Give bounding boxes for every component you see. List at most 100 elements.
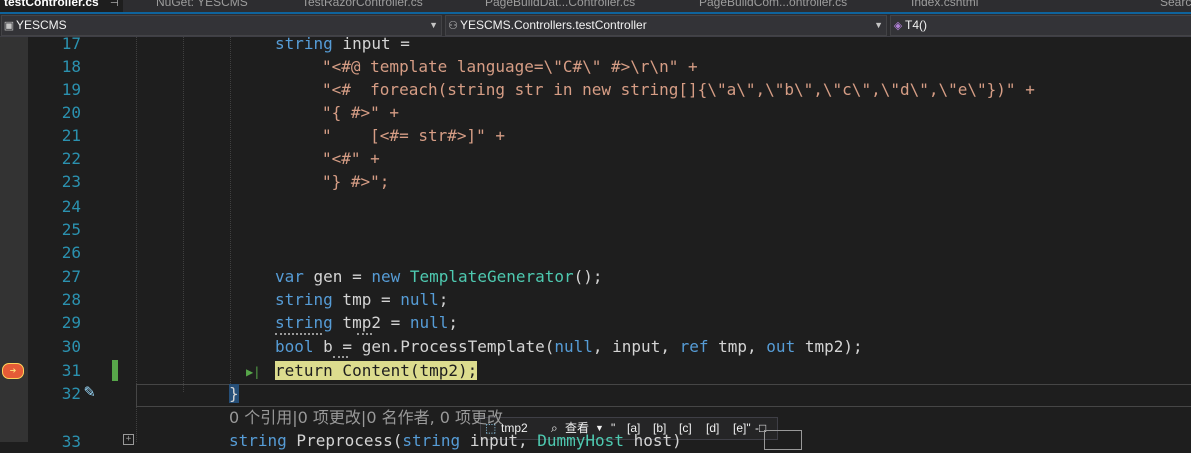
execution-pointer-icon[interactable]: ➔ bbox=[2, 363, 24, 379]
tab-label: PageBuildCom...ontroller.cs bbox=[699, 0, 848, 9]
code-line-20[interactable]: "{ #>" + bbox=[322, 101, 399, 124]
code-line-22[interactable]: "<#" + bbox=[322, 147, 380, 170]
code-text: input, bbox=[460, 431, 538, 450]
code-line-31[interactable]: return Content(tmp2); bbox=[275, 359, 478, 382]
outline-expand-icon[interactable]: + bbox=[123, 434, 134, 445]
line-number: 18 bbox=[61, 57, 81, 76]
code-line-27[interactable]: var gen = new TemplateGenerator(); bbox=[275, 265, 603, 288]
code-text: ; bbox=[438, 290, 449, 309]
line-number: 28 bbox=[61, 290, 81, 309]
code-text: ; bbox=[448, 313, 459, 332]
keyword: bool bbox=[275, 337, 314, 356]
csharp-project-icon: ▣ bbox=[3, 20, 15, 32]
code-text: host) bbox=[623, 431, 682, 450]
datatip-value: [e]" bbox=[733, 421, 751, 435]
code-text: , input, bbox=[592, 337, 680, 356]
code-line-23[interactable]: "} #>"; bbox=[322, 170, 389, 193]
code-text: (); bbox=[573, 267, 603, 286]
line-number: 17 bbox=[61, 34, 81, 53]
line-number: 29 bbox=[61, 313, 81, 332]
code-line-32[interactable]: } bbox=[229, 382, 239, 405]
class-dropdown[interactable]: ⚇ YESCMS.Controllers.testController ▼ bbox=[445, 15, 887, 36]
keyword: string bbox=[402, 431, 461, 450]
indicator-margin[interactable] bbox=[0, 37, 28, 442]
keyword: new bbox=[371, 267, 401, 286]
pin-icon[interactable]: ⊣ bbox=[110, 0, 119, 9]
tab-label: testController.cs bbox=[4, 0, 99, 9]
class-name: YESCMS.Controllers.testController bbox=[460, 18, 647, 32]
chevron-down-icon: ▼ bbox=[874, 20, 883, 30]
keyword: null bbox=[554, 337, 593, 356]
datatip-value: [d] bbox=[706, 421, 720, 435]
code-text: tmp, bbox=[708, 337, 767, 356]
keyword: return bbox=[275, 361, 333, 380]
code-line-28[interactable]: string tmp = null; bbox=[275, 288, 448, 311]
code-line-17[interactable]: string input = bbox=[275, 32, 410, 55]
code-line-21[interactable]: " [<#= str#>]" + bbox=[322, 124, 505, 147]
keyword: var bbox=[275, 267, 304, 286]
tab-testcontroller[interactable]: testController.cs ⊣ bbox=[0, 0, 123, 12]
collapsed-region-box[interactable] bbox=[764, 430, 802, 450]
search-box[interactable]: Searc bbox=[1160, 0, 1191, 12]
codelens[interactable]: 0 个引用|0 项更改|0 名作者, 0 项更改 bbox=[229, 406, 503, 429]
edit-pen-icon[interactable]: ✎ bbox=[84, 381, 110, 407]
current-statement: return Content(tmp2); bbox=[275, 361, 478, 380]
keyword: string bbox=[275, 290, 333, 309]
change-tracking-bar bbox=[112, 360, 118, 381]
code-line-30[interactable]: bool b = gen.ProcessTemplate(null, input… bbox=[275, 335, 863, 358]
tab-nuget[interactable]: NuGet: YESCMS bbox=[156, 0, 248, 12]
line-number: 24 bbox=[61, 197, 81, 216]
line-number: 22 bbox=[61, 149, 81, 168]
line-number: 25 bbox=[61, 220, 81, 239]
navigation-bar: ▣ YESCMS ▼ ⚇ YESCMS.Controllers.testContro… bbox=[0, 14, 1191, 37]
member-dropdown[interactable]: ◈ T4() bbox=[890, 15, 1191, 36]
code-editor[interactable]: 17 18 19 20 21 22 23 24 25 26 27 28 29 3… bbox=[0, 34, 1191, 451]
suggestion-dots bbox=[333, 353, 348, 358]
tab-index[interactable]: Index.cshtml bbox=[911, 0, 978, 12]
line-number: 23 bbox=[61, 172, 81, 191]
code-text: gen = bbox=[303, 267, 372, 286]
code-line-33[interactable]: string Preprocess(string input, DummyHos… bbox=[229, 429, 682, 452]
project-name: YESCMS bbox=[16, 18, 67, 32]
code-text: Content(tmp2); bbox=[332, 361, 478, 380]
keyword: out bbox=[766, 337, 796, 356]
indent-guide bbox=[183, 37, 184, 392]
tab-label: PageBuildDat...Controller.cs bbox=[485, 0, 636, 9]
code-text: Preprocess( bbox=[286, 431, 403, 450]
code-text: tmp2); bbox=[795, 337, 863, 356]
tab-label: Index.cshtml bbox=[911, 0, 979, 9]
line-number: 27 bbox=[61, 267, 81, 286]
line-number: 19 bbox=[61, 80, 81, 99]
keyword: ref bbox=[679, 337, 709, 356]
line-number: 32 bbox=[61, 384, 81, 403]
keyword: string bbox=[229, 431, 287, 450]
method-icon: ◈ bbox=[893, 20, 903, 32]
closing-brace: } bbox=[229, 384, 239, 403]
class-icon: ⚇ bbox=[448, 20, 458, 32]
tab-pagebuilddat[interactable]: PageBuildDat...Controller.cs bbox=[485, 0, 635, 12]
line-number: 30 bbox=[61, 337, 81, 356]
line-number: 26 bbox=[61, 243, 81, 262]
indent-guide bbox=[230, 37, 231, 392]
code-text: tmp = bbox=[332, 290, 401, 309]
document-tab-strip: testController.cs ⊣ NuGet: YESCMS TestRa… bbox=[0, 0, 1191, 12]
chevron-down-icon: ▼ bbox=[429, 20, 438, 30]
line-number: 20 bbox=[61, 103, 81, 122]
code-text: b = gen.ProcessTemplate( bbox=[313, 337, 555, 356]
indent-guide bbox=[136, 37, 137, 442]
tab-pagebuildcom[interactable]: PageBuildCom...ontroller.cs bbox=[699, 0, 847, 12]
code-text: input = bbox=[332, 34, 410, 53]
keyword: string bbox=[275, 34, 333, 53]
tab-label: TestRazorController.cs bbox=[302, 0, 423, 9]
tab-label: NuGet: YESCMS bbox=[156, 0, 248, 9]
line-number: 21 bbox=[61, 126, 81, 145]
type-name: TemplateGenerator bbox=[400, 267, 574, 286]
keyword: null bbox=[400, 290, 439, 309]
run-to-click-icon[interactable]: ▶| bbox=[246, 362, 260, 382]
code-line-19[interactable]: "<# foreach(string str in new string[]{\… bbox=[322, 78, 1035, 101]
line-number: 31 bbox=[61, 361, 81, 380]
tab-testrazor[interactable]: TestRazorController.cs bbox=[302, 0, 423, 12]
code-line-18[interactable]: "<#@ template language=\"C#\" #>\r\n" + bbox=[322, 55, 698, 78]
search-label: Searc bbox=[1160, 0, 1191, 9]
keyword: null bbox=[409, 313, 449, 332]
